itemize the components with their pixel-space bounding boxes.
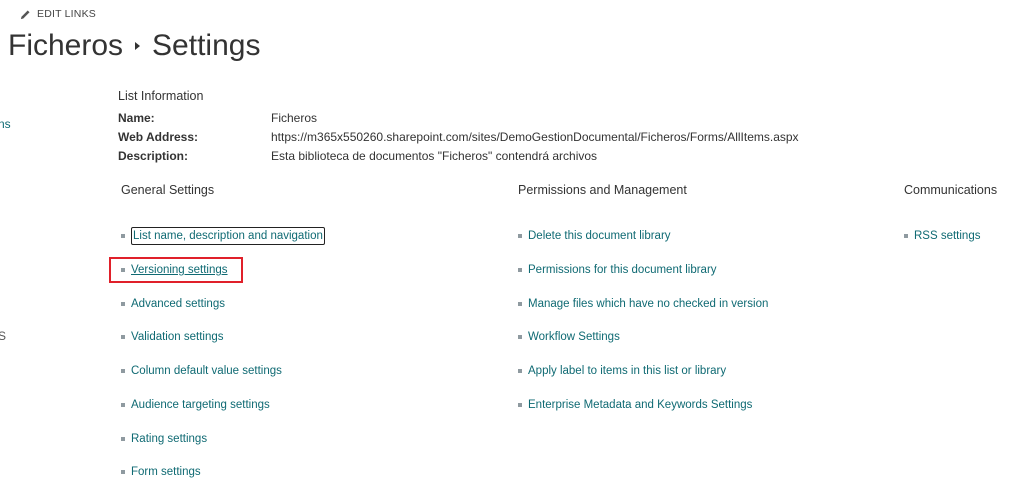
bullet-icon	[518, 403, 522, 407]
bullet-icon	[518, 234, 522, 238]
link-workflow-settings[interactable]: Workflow Settings	[528, 329, 620, 345]
list-item: Manage files which have no checked in ve…	[518, 296, 768, 312]
link-list-name-description-navigation[interactable]: List name, description and navigation	[131, 227, 325, 245]
permissions-management-heading: Permissions and Management	[518, 183, 687, 197]
list-item: Versioning settings	[121, 262, 228, 278]
link-audience-targeting-settings[interactable]: Audience targeting settings	[131, 397, 270, 413]
bullet-icon	[121, 437, 125, 441]
link-column-default-value-settings[interactable]: Column default value settings	[131, 363, 282, 379]
link-rating-settings[interactable]: Rating settings	[131, 431, 207, 447]
name-label: Name:	[118, 111, 155, 125]
bullet-icon	[121, 369, 125, 373]
bullet-icon	[518, 268, 522, 272]
info-row-description: Description: Esta biblioteca de document…	[118, 148, 597, 164]
name-value: Ficheros	[271, 111, 318, 125]
link-validation-settings[interactable]: Validation settings	[131, 329, 223, 345]
web-address-label: Web Address:	[118, 130, 199, 144]
list-information-heading: List Information	[118, 89, 204, 103]
list-item: Form settings	[121, 464, 201, 480]
link-apply-label[interactable]: Apply label to items in this list or lib…	[528, 363, 726, 379]
bullet-icon	[518, 369, 522, 373]
breadcrumb-current: Settings	[152, 29, 261, 62]
list-item: Permissions for this document library	[518, 262, 717, 278]
link-manage-unchecked-files[interactable]: Manage files which have no checked in ve…	[528, 296, 768, 312]
link-enterprise-metadata-keywords[interactable]: Enterprise Metadata and Keywords Setting…	[528, 397, 752, 413]
bullet-icon	[518, 302, 522, 306]
list-item: Rating settings	[121, 431, 207, 447]
link-versioning-settings[interactable]: Versioning settings	[131, 262, 228, 278]
link-form-settings[interactable]: Form settings	[131, 464, 201, 480]
link-rss-settings[interactable]: RSS settings	[914, 228, 980, 244]
edit-links-label: EDIT LINKS	[37, 8, 96, 20]
list-item: Validation settings	[121, 329, 223, 345]
list-item: List name, description and navigation	[121, 227, 325, 245]
description-value: Esta biblioteca de documentos "Ficheros"…	[271, 149, 598, 163]
bullet-icon	[904, 234, 908, 238]
bullet-icon	[121, 234, 125, 238]
info-row-web-address: Web Address: https://m365x550260.sharepo…	[118, 129, 799, 145]
list-item: Advanced settings	[121, 296, 225, 312]
bullet-icon	[121, 470, 125, 474]
left-nav-fragment[interactable]: S	[0, 329, 6, 343]
list-item: Delete this document library	[518, 228, 671, 244]
list-item: Column default value settings	[121, 363, 282, 379]
bullet-icon	[518, 335, 522, 339]
left-nav-fragment[interactable]: ns	[0, 117, 11, 131]
list-item: Workflow Settings	[518, 329, 620, 345]
bullet-icon	[121, 302, 125, 306]
link-advanced-settings[interactable]: Advanced settings	[131, 296, 225, 312]
info-row-name: Name: Ficheros	[118, 110, 317, 126]
breadcrumb-parent[interactable]: Ficheros	[8, 29, 123, 63]
bullet-icon	[121, 268, 125, 272]
bullet-icon	[121, 335, 125, 339]
description-label: Description:	[118, 149, 189, 163]
pencil-icon	[20, 9, 31, 20]
communications-heading: Communications	[904, 183, 998, 197]
web-address-value: https://m365x550260.sharepoint.com/sites…	[271, 130, 799, 144]
list-item: Enterprise Metadata and Keywords Setting…	[518, 397, 752, 413]
breadcrumb-separator-icon	[135, 42, 141, 50]
list-item: RSS settings	[904, 228, 980, 244]
link-delete-document-library[interactable]: Delete this document library	[528, 228, 671, 244]
edit-links-button[interactable]: EDIT LINKS	[20, 6, 96, 22]
general-settings-heading: General Settings	[121, 183, 215, 197]
list-item: Audience targeting settings	[121, 397, 270, 413]
page-title: Ficheros Settings	[8, 26, 260, 66]
list-item: Apply label to items in this list or lib…	[518, 363, 726, 379]
bullet-icon	[121, 403, 125, 407]
link-permissions-document-library[interactable]: Permissions for this document library	[528, 262, 717, 278]
